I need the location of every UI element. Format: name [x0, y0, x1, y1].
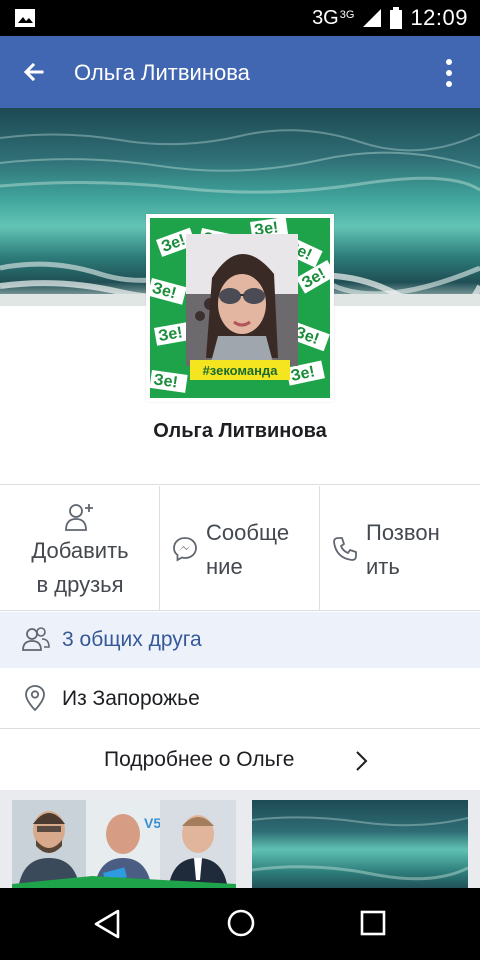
app-screen: 3G 3G 12:09 Ольга Литвинова Зе! Зе! Зе! …: [0, 0, 480, 960]
profile-actions: Добавить в друзья Сообще ние Позвон ить: [0, 486, 480, 610]
svg-text:Зе!: Зе!: [152, 371, 178, 391]
nav-home-icon[interactable]: [226, 908, 256, 938]
location-row: Из Запорожье: [0, 670, 480, 728]
add-friend-label-1: Добавить: [31, 538, 129, 563]
image-notification-icon: [15, 9, 35, 27]
arrow-left-icon[interactable]: [20, 58, 48, 86]
nav-back-icon[interactable]: [92, 908, 122, 940]
chevron-right-icon: [356, 751, 368, 771]
more-vertical-icon[interactable]: [444, 58, 454, 88]
message-label-1: Сообще: [206, 520, 290, 545]
clock: 12:09: [410, 5, 468, 30]
mutual-friends-text: 3 общих друга: [62, 628, 202, 651]
phone-icon: [333, 537, 357, 561]
divider: [0, 610, 480, 611]
svg-text:V5: V5: [144, 815, 161, 831]
location-pin-icon: [25, 685, 45, 712]
divider: [0, 728, 480, 729]
toolbar-title: Ольга Литвинова: [74, 60, 250, 85]
network-type: 3G 3G: [312, 6, 355, 29]
photo-tile[interactable]: V5: [12, 800, 236, 890]
location-text: Из Запорожье: [62, 687, 200, 710]
add-friend-button[interactable]: Добавить в друзья: [0, 486, 160, 610]
app-toolbar: Ольга Литвинова: [0, 36, 480, 108]
avatar-banner-text: #зекоманда: [203, 363, 279, 378]
more-about-link[interactable]: Подробнее о Ольге: [0, 730, 480, 790]
more-about-text: Подробнее о Ольге: [104, 748, 295, 771]
signal-icon: [363, 9, 382, 27]
message-button[interactable]: Сообще ние: [160, 486, 320, 610]
nav-recents-icon[interactable]: [360, 910, 386, 936]
message-label-2: ние: [206, 554, 243, 579]
add-friend-icon: [65, 504, 93, 531]
add-friend-label-2: в друзья: [36, 572, 124, 597]
battery-icon: [390, 7, 403, 29]
call-label-2: ить: [366, 554, 400, 579]
messenger-icon: [173, 537, 197, 562]
profile-photo[interactable]: Зе! Зе! Зе! Зе! Зе! Зе! Зе! Зе! Зе! Зе!: [146, 214, 334, 402]
photo-tile[interactable]: [252, 800, 468, 890]
system-nav-bar: [0, 888, 480, 960]
friends-icon: [22, 627, 50, 651]
call-label-1: Позвон: [366, 520, 440, 545]
mutual-friends-row[interactable]: 3 общих друга: [0, 612, 480, 668]
status-bar: 3G 3G 12:09: [0, 0, 480, 36]
profile-name: Ольга Литвинова: [153, 420, 327, 442]
divider: [0, 484, 480, 485]
call-button[interactable]: Позвон ить: [320, 486, 480, 610]
